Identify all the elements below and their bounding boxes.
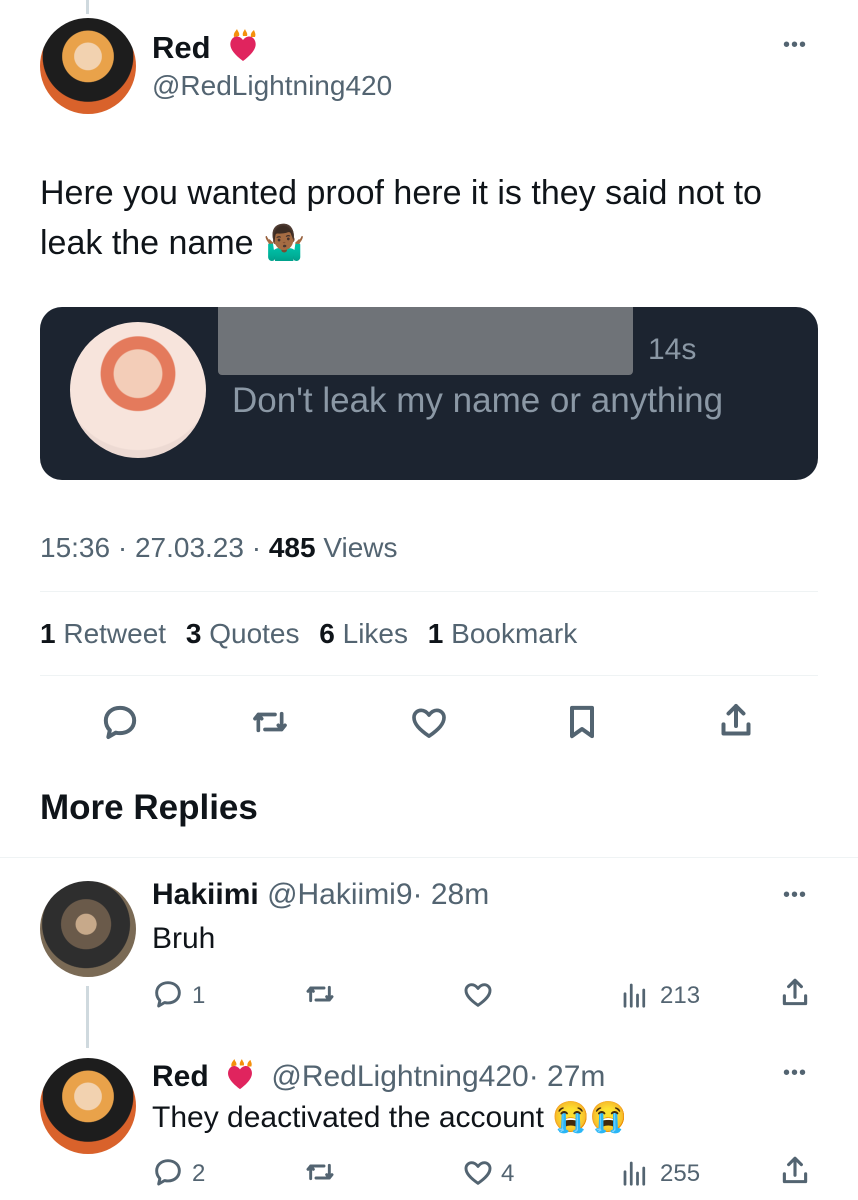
embedded-screenshot[interactable]: 14s Don't leak my name or anything bbox=[40, 307, 818, 480]
share-icon[interactable] bbox=[778, 1154, 812, 1188]
reply-text: They deactivated the account 😭😭 bbox=[152, 1101, 627, 1134]
reply-icon[interactable] bbox=[152, 978, 184, 1010]
views-count: 213 bbox=[660, 982, 701, 1009]
reply-author-handle[interactable]: @RedLightning420 bbox=[271, 1060, 528, 1093]
views-count: 485 bbox=[268, 532, 316, 563]
retweet-icon[interactable] bbox=[303, 978, 337, 1010]
reply-time[interactable]: · 28m bbox=[413, 878, 490, 911]
reply-icon[interactable] bbox=[152, 1156, 184, 1188]
like-count: 4 bbox=[501, 1160, 515, 1187]
embedded-time: 14s bbox=[648, 333, 697, 366]
engagement-stats: 1 Retweet 3 Quotes 6 Likes 1 Bookmark bbox=[40, 618, 577, 650]
bookmarks-stat[interactable]: 1 Bookmark bbox=[428, 618, 577, 649]
divider bbox=[40, 675, 818, 676]
flaming-heart-icon bbox=[225, 28, 261, 64]
flaming-heart-icon bbox=[223, 1058, 257, 1092]
share-icon[interactable] bbox=[778, 976, 812, 1010]
views-icon[interactable] bbox=[620, 980, 650, 1010]
reply-author-name[interactable]: Red bbox=[152, 1060, 209, 1093]
views-count: 255 bbox=[660, 1160, 701, 1187]
reply-icon[interactable] bbox=[100, 702, 140, 742]
likes-stat[interactable]: 6 Likes bbox=[319, 618, 408, 649]
tweet-timestamp[interactable]: 15:36 · 27.03.23 · bbox=[40, 532, 261, 563]
divider bbox=[40, 591, 818, 592]
divider bbox=[0, 857, 858, 858]
tweet-text: Here you wanted proof here it is they sa… bbox=[40, 174, 762, 262]
more-options-icon[interactable]: ••• bbox=[783, 884, 807, 907]
thread-connector bbox=[86, 986, 89, 1048]
embedded-avatar bbox=[70, 322, 206, 458]
views-icon[interactable] bbox=[620, 1158, 650, 1188]
author-handle[interactable]: @RedLightning420 bbox=[152, 70, 392, 102]
reply-avatar[interactable] bbox=[40, 881, 136, 977]
retweet-icon[interactable] bbox=[249, 702, 291, 742]
reply-author-handle[interactable]: @Hakiimi9 bbox=[267, 878, 412, 911]
reply-count: 1 bbox=[192, 982, 206, 1009]
more-options-icon[interactable]: ••• bbox=[783, 1062, 807, 1085]
reply-header: Hakiimi @Hakiimi9· 28m bbox=[152, 878, 489, 912]
reply-time[interactable]: · 27m bbox=[529, 1060, 606, 1093]
reply-header: Red @RedLightning420· 27m bbox=[152, 1058, 605, 1094]
like-icon[interactable] bbox=[461, 978, 495, 1010]
like-icon[interactable] bbox=[461, 1156, 495, 1188]
reply-text: Bruh bbox=[152, 922, 216, 955]
more-options-icon[interactable]: ••• bbox=[783, 34, 807, 57]
retweet-icon[interactable] bbox=[303, 1156, 337, 1188]
share-icon[interactable] bbox=[716, 700, 756, 742]
thread-connector-top bbox=[86, 0, 89, 14]
tweet-meta: 15:36 · 27.03.23 · 485 Views bbox=[40, 532, 398, 564]
reply-count: 2 bbox=[192, 1160, 206, 1187]
more-replies-heading: More Replies bbox=[40, 788, 258, 827]
reply-avatar[interactable] bbox=[40, 1058, 136, 1154]
views-label: Views bbox=[323, 532, 398, 563]
embedded-message: Don't leak my name or anything bbox=[232, 381, 724, 420]
like-icon[interactable] bbox=[408, 702, 450, 742]
retweets-stat[interactable]: 1 Retweet bbox=[40, 618, 166, 649]
quotes-stat[interactable]: 3 Quotes bbox=[186, 618, 300, 649]
author-name[interactable]: Red bbox=[152, 28, 261, 66]
reply-author-name[interactable]: Hakiimi bbox=[152, 878, 259, 911]
redaction-block bbox=[218, 307, 633, 375]
bookmark-icon[interactable] bbox=[562, 702, 602, 742]
author-avatar[interactable] bbox=[40, 18, 136, 114]
